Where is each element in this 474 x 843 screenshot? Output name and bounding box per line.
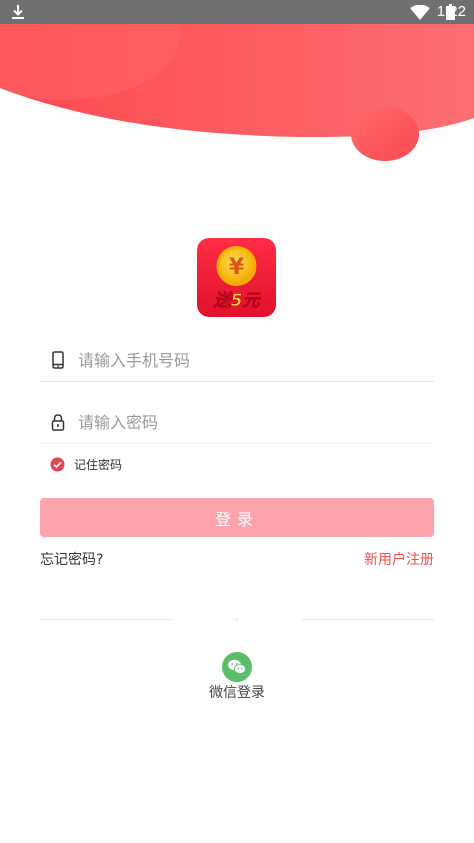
divider-left	[40, 619, 171, 620]
phone-icon	[52, 351, 64, 369]
app-logo: ¥ 送5元	[197, 238, 276, 317]
phone-input[interactable]	[78, 338, 428, 382]
wechat-login-label[interactable]: 微信登录	[0, 682, 474, 702]
status-time: 1:22	[436, 3, 466, 20]
header-decoration	[0, 24, 474, 161]
login-screen: 1:22 ¥ 送5元 请输入手机号码 记住密码 登录 忘记密码? 新用户注册 微…	[0, 0, 474, 843]
forgot-password-link[interactable]: 忘记密码?	[40, 549, 103, 569]
download-icon	[12, 5, 24, 19]
password-input-row	[40, 400, 434, 444]
lock-icon	[51, 414, 65, 431]
wifi-icon	[410, 5, 430, 20]
login-button[interactable]: 登录	[40, 498, 434, 537]
wechat-icon[interactable]	[222, 652, 252, 682]
divider-dot	[235, 618, 238, 621]
logo-caption: 送5元	[213, 291, 262, 311]
divider-right	[302, 619, 434, 620]
remember-password-label: 记住密码	[74, 457, 123, 472]
password-input[interactable]	[78, 400, 428, 444]
remember-password-toggle[interactable]: 记住密码	[50, 456, 122, 472]
register-link[interactable]: 新用户注册	[364, 549, 434, 569]
logo-yen-symbol: ¥	[229, 255, 245, 280]
status-bar: 1:22	[0, 0, 474, 24]
check-circle-icon[interactable]	[50, 457, 65, 472]
phone-input-row	[40, 338, 434, 382]
